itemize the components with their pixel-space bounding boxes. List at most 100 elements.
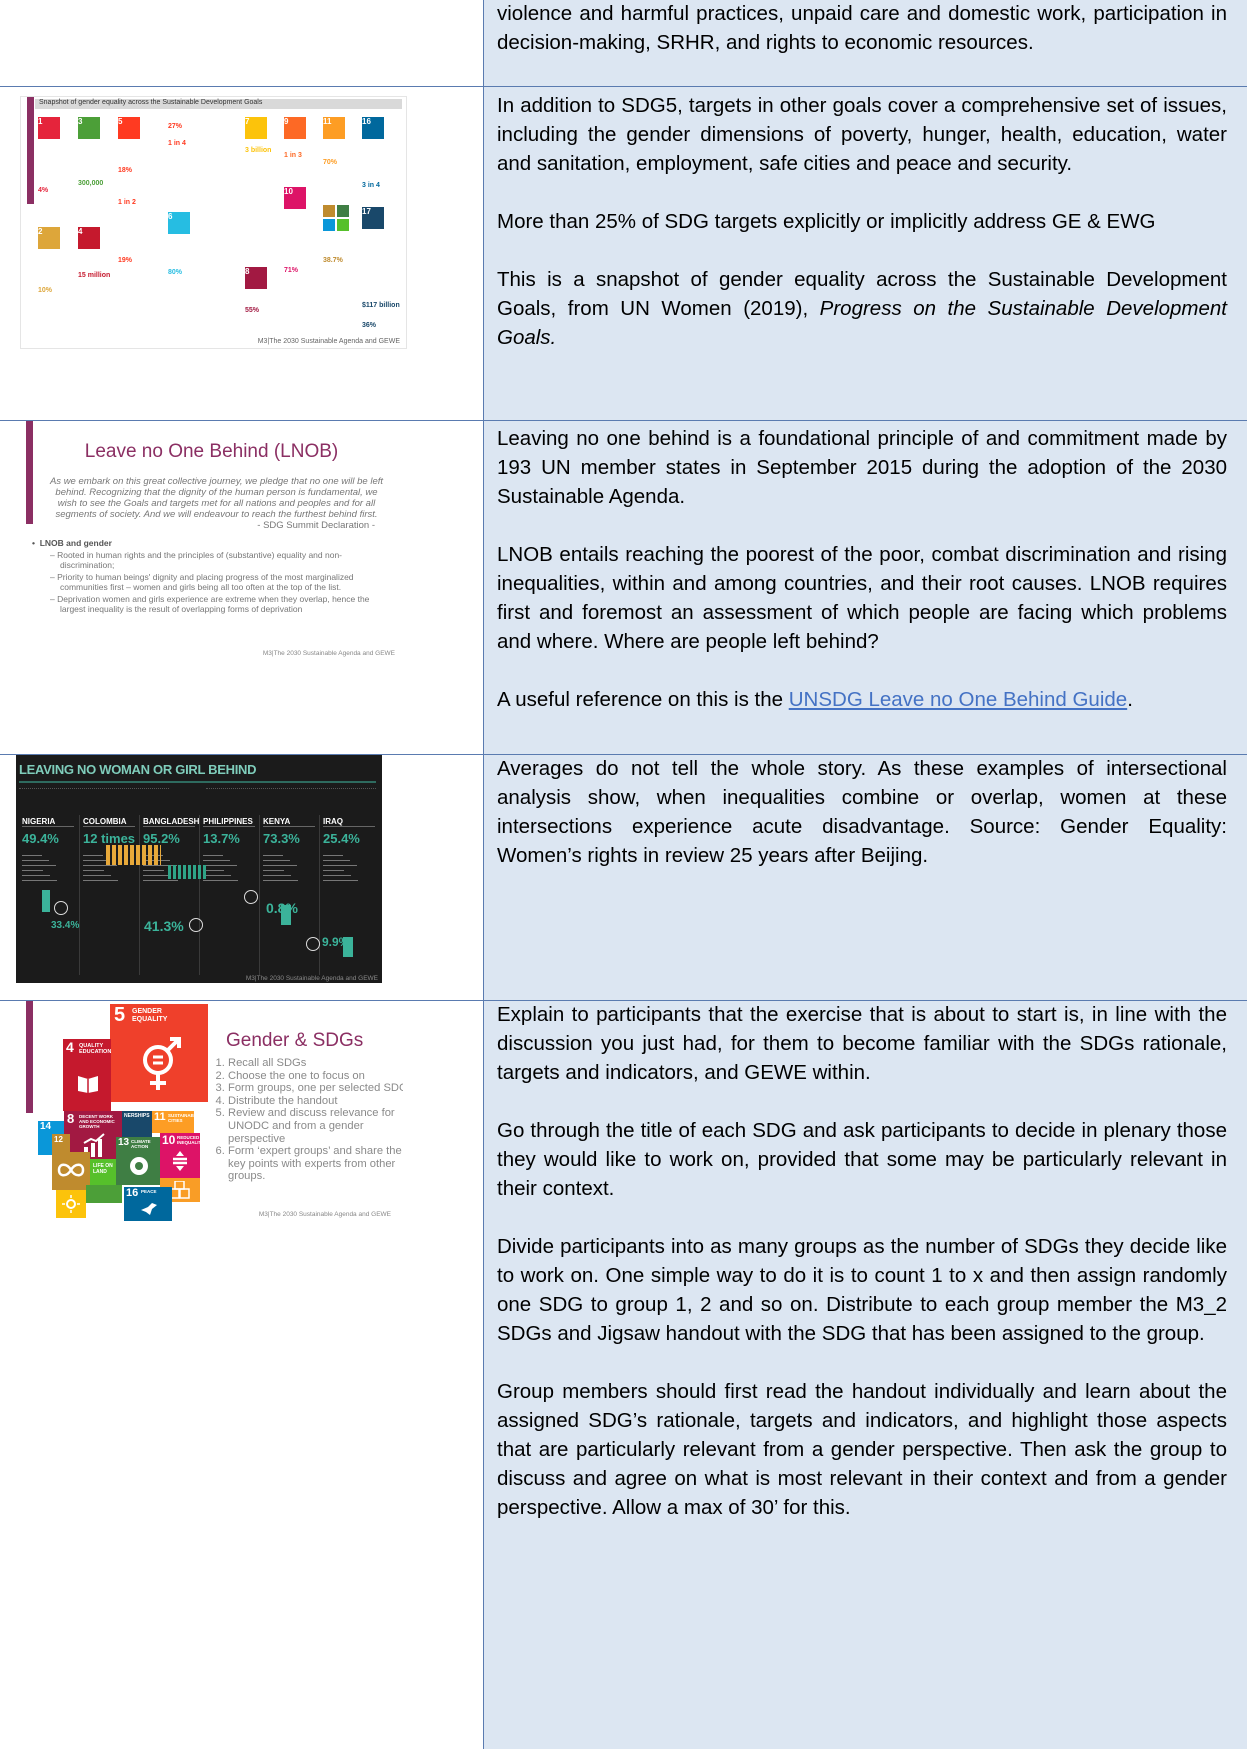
stat-text: 80% xyxy=(168,269,183,276)
bullet-item: – Priority to human beings' dignity and … xyxy=(50,572,354,592)
slide-quote: As we embark on this great collective jo… xyxy=(49,476,384,520)
dove-icon xyxy=(141,1203,157,1215)
tile-label: GENDER EQUALITY xyxy=(132,1008,168,1023)
tile-number: 10 xyxy=(162,1133,176,1147)
text-line xyxy=(323,880,358,881)
text-line xyxy=(263,860,290,861)
notes-text: In addition to SDG5, targets in other go… xyxy=(497,91,1227,352)
text-line xyxy=(83,865,117,866)
tile-number: 5 xyxy=(114,1004,126,1026)
sdg-3-tile: 3 xyxy=(78,117,100,139)
slide-cell: 5 GENDER EQUALITY 4 QUALITY EDUCATION 8 … xyxy=(0,1001,484,1749)
text-line xyxy=(22,860,49,861)
text-line xyxy=(22,880,57,881)
text-line xyxy=(22,875,50,876)
stat-text: 41.3% xyxy=(144,918,184,934)
slide-footer: M3|The 2030 Sustainable Agenda and GEWE xyxy=(257,338,400,345)
notes-paragraph: Explain to participants that the exercis… xyxy=(497,1003,1227,1084)
step-item: Distribute the handout xyxy=(228,1095,403,1108)
ring-chart-icon xyxy=(189,918,203,932)
sdg-2-tile: 2 xyxy=(38,227,60,249)
text-line xyxy=(83,855,103,856)
stat-text: 9.9% xyxy=(322,935,350,949)
notes-table: violence and harmful practices, unpaid c… xyxy=(0,0,1247,1749)
country-column: COLOMBIA 12 times xyxy=(79,815,137,975)
stat-text: 33.4% xyxy=(51,920,80,931)
sdg-3-tile xyxy=(86,1185,122,1203)
sdg-5-tile: 5 xyxy=(118,117,140,139)
bullet-list: – Rooted in human rights and the princip… xyxy=(50,550,385,614)
notes-paragraph: Averages do not tell the whole story. As… xyxy=(497,757,1227,867)
sdg-16-tile: 16 xyxy=(362,117,384,139)
country-stat: 25.4% xyxy=(323,831,360,846)
tile-label: QUALITY EDUCATION xyxy=(79,1043,111,1055)
inequality-icon xyxy=(173,1151,187,1171)
text-line xyxy=(22,865,56,866)
intro-text xyxy=(206,788,376,811)
bullet-item: – Rooted in human rights and the princip… xyxy=(50,550,343,570)
stat-text: 300,000 xyxy=(78,180,104,187)
slide-cell xyxy=(0,0,484,86)
stat-text: 27% xyxy=(168,123,183,130)
text-line xyxy=(203,880,238,881)
sdg-15-tile xyxy=(337,219,349,231)
text-line xyxy=(323,860,350,861)
text-line xyxy=(263,875,291,876)
text-line xyxy=(263,855,283,856)
notes-text: Leaving no one behind is a foundational … xyxy=(497,424,1227,714)
lnob-guide-link[interactable]: UNSDG Leave no One Behind Guide xyxy=(789,688,1127,711)
tile-number: 14 xyxy=(40,1121,52,1132)
country-stat: 73.3% xyxy=(263,831,300,846)
sdg-13-tile xyxy=(337,205,349,217)
sun-icon xyxy=(62,1195,80,1213)
notes-paragraph: This is a snapshot of gender equality ac… xyxy=(497,265,1227,352)
sdg-4-tile: 4 QUALITY EDUCATION xyxy=(63,1039,111,1111)
gender-sdgs-slide: 5 GENDER EQUALITY 4 QUALITY EDUCATION 8 … xyxy=(20,1001,403,1241)
sdg-7-tile: 7 xyxy=(245,117,267,139)
tile-number: 16 xyxy=(126,1187,139,1199)
text-line xyxy=(203,860,230,861)
sdg-7-tile xyxy=(56,1190,86,1218)
bullet-text: Deprivation women and girls experience a… xyxy=(57,594,370,614)
notes-text-span: . xyxy=(1127,688,1133,711)
slide-accent-bar xyxy=(27,97,34,204)
slide-title: Gender & SDGs xyxy=(226,1030,364,1051)
tile-label: SUSTAINABLE CITIES xyxy=(168,1113,194,1123)
stat-text: 1 in 4 xyxy=(168,140,186,147)
sdg-13-tile: 13 CLIMATE ACTION xyxy=(116,1137,160,1185)
slide-accent-bar xyxy=(26,421,33,524)
bullet-heading-text: LNOB and gender xyxy=(39,538,112,548)
sdg-10-tile: 10 xyxy=(284,187,306,209)
notes-paragraph: Go through the title of each SDG and ask… xyxy=(497,1119,1227,1200)
table-row: LEAVING NO WOMAN OR GIRL BEHIND NIGERIA 4… xyxy=(0,755,1247,1000)
notes-paragraph: violence and harmful practices, unpaid c… xyxy=(497,2,1227,54)
sdg-15-tile: LIFE ON LAND xyxy=(90,1159,116,1185)
text-line xyxy=(203,865,237,866)
sdg-6-tile: 6 xyxy=(168,212,190,234)
stat-text: 70% xyxy=(323,159,338,166)
intro-text xyxy=(19,788,169,811)
country-stat: 12 times xyxy=(83,831,136,846)
slide-footer: M3|The 2030 Sustainable Agenda and GEWE xyxy=(262,650,395,657)
sdg-10-tile: 10 REDUCED INEQUALITIES xyxy=(160,1133,200,1178)
tile-label: DECENT WORK AND ECONOMIC GROWTH xyxy=(79,1114,115,1129)
notes-text: Explain to participants that the exercis… xyxy=(497,1000,1227,1522)
stat-text: 19% xyxy=(118,257,133,264)
responsible-consumption-tile xyxy=(52,1152,90,1190)
person-icon xyxy=(42,890,50,912)
notes-paragraph: Divide participants into as many groups … xyxy=(497,1235,1227,1345)
slide-footer: M3|The 2030 Sustainable Agenda and GEWE xyxy=(245,975,378,982)
bullet-text: Priority to human beings' dignity and pl… xyxy=(57,572,354,592)
book-icon xyxy=(78,1076,98,1093)
tile-label: PEACE xyxy=(141,1189,157,1194)
notes-paragraph: A useful reference on this is the UNSDG … xyxy=(497,685,1227,714)
ring-chart-icon xyxy=(54,901,68,915)
country-column: KENYA 73.3% xyxy=(259,815,317,975)
notes-text: Averages do not tell the whole story. As… xyxy=(497,754,1227,870)
text-line xyxy=(323,875,351,876)
stat-text: 1 in 3 xyxy=(284,152,302,159)
slide-title: LEAVING NO WOMAN OR GIRL BEHIND xyxy=(19,762,257,777)
text-line xyxy=(323,870,344,871)
country-column: BANGLADESH 95.2% xyxy=(139,815,199,975)
text-line xyxy=(263,870,284,871)
